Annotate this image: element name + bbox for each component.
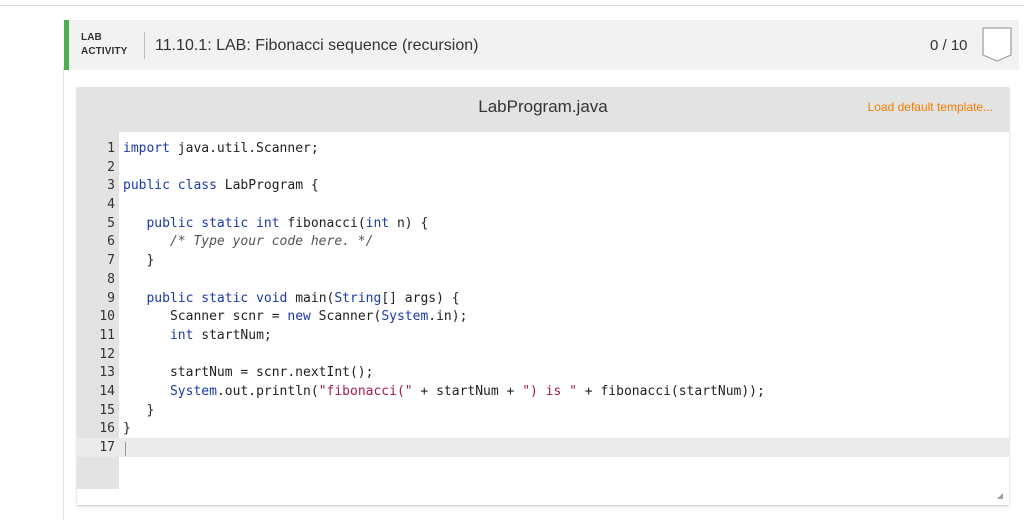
resize-handle-icon[interactable] [997, 493, 1003, 499]
code-line[interactable]: 14 System.out.println("fibonacci(" + sta… [77, 383, 1009, 402]
line-number: 17 [99, 440, 115, 455]
code-line[interactable]: 11 int startNum; [77, 327, 1009, 346]
code-line[interactable]: 5 public static int fibonacci(int n) { [77, 215, 1009, 234]
code-line[interactable]: 16} [77, 420, 1009, 439]
line-number: 5 [107, 215, 115, 231]
code-lines[interactable]: 1 import java.util.Scanner; 2 3 public class… [77, 140, 1009, 458]
line-number: 1 [107, 141, 115, 156]
completion-badge-icon [982, 27, 1012, 62]
activity-accent-bar [64, 20, 69, 70]
line-number: 12 [99, 346, 115, 362]
line-number: 13 [99, 365, 115, 381]
line-number: 8 [107, 271, 115, 287]
content-left-border [63, 66, 64, 520]
code-line[interactable]: 15 } [77, 402, 1009, 421]
line-number: 2 [107, 159, 115, 175]
code-line[interactable]: 7 } [77, 252, 1009, 271]
line-code[interactable]: import java.util.Scanner; [123, 140, 319, 159]
line-code[interactable]: startNum = scnr.nextInt(); [123, 364, 374, 383]
line-code[interactable]: } [123, 420, 131, 439]
line-code[interactable]: System.out.println("fibonacci(" + startN… [123, 383, 765, 402]
line-code[interactable]: /* Type your code here. */ [123, 233, 374, 252]
activity-type-label: LAB ACTIVITY [81, 31, 127, 59]
line-code[interactable]: } [123, 252, 154, 271]
line-number: 7 [107, 253, 115, 269]
line-number: 3 [107, 178, 115, 194]
code-line[interactable]: 1 import java.util.Scanner; [77, 140, 1009, 159]
score-display: 0 / 10 [930, 37, 968, 54]
activity-type-line1: LAB [81, 32, 102, 43]
line-code[interactable]: Scanner scnr = new Scanner(System.in); [123, 308, 467, 327]
line-number: 4 [107, 197, 115, 213]
activity-title: 11.10.1: LAB: Fibonacci sequence (recurs… [155, 37, 479, 54]
code-line[interactable]: 17 [77, 439, 1009, 458]
line-number: 15 [99, 402, 115, 418]
code-line[interactable]: 10 Scanner scnr = new Scanner(System.in)… [77, 308, 1009, 327]
line-number: 11 [99, 327, 115, 343]
code-line[interactable]: 4 [77, 196, 1009, 215]
code-line[interactable]: 2 [77, 159, 1009, 178]
lab-activity-header: LAB ACTIVITY 11.10.1: LAB: Fibonacci seq… [64, 20, 1019, 70]
code-line[interactable]: 8 [77, 271, 1009, 290]
line-code[interactable]: int startNum; [123, 327, 272, 346]
code-line[interactable]: 12 [77, 346, 1009, 365]
line-number: 14 [99, 383, 115, 399]
line-code[interactable]: public class LabProgram { [123, 177, 319, 196]
load-default-template-link[interactable]: Load default template... [868, 100, 993, 114]
code-editor[interactable]: 1 import java.util.Scanner; 2 3 public class… [77, 132, 1009, 505]
line-code[interactable]: public static int fibonacci(int n) { [123, 215, 428, 234]
code-editor-panel: LabProgram.java Load default template...… [77, 87, 1009, 505]
line-code[interactable]: public static void main(String[] args) { [123, 290, 459, 309]
top-divider [0, 0, 1024, 6]
text-cursor [125, 442, 126, 456]
line-code[interactable]: } [123, 402, 154, 421]
header-separator [144, 32, 145, 59]
line-number: 10 [99, 309, 115, 325]
code-line[interactable]: 3 public class LabProgram { [77, 177, 1009, 196]
activity-type-line2: ACTIVITY [81, 46, 128, 57]
code-line[interactable]: 9 public static void main(String[] args)… [77, 290, 1009, 309]
line-number: 16 [99, 421, 115, 437]
code-line[interactable]: 13 startNum = scnr.nextInt(); [77, 364, 1009, 383]
code-line[interactable]: 6 /* Type your code here. */ [77, 233, 1009, 252]
line-number: 9 [107, 290, 115, 306]
line-number: 6 [107, 234, 115, 250]
